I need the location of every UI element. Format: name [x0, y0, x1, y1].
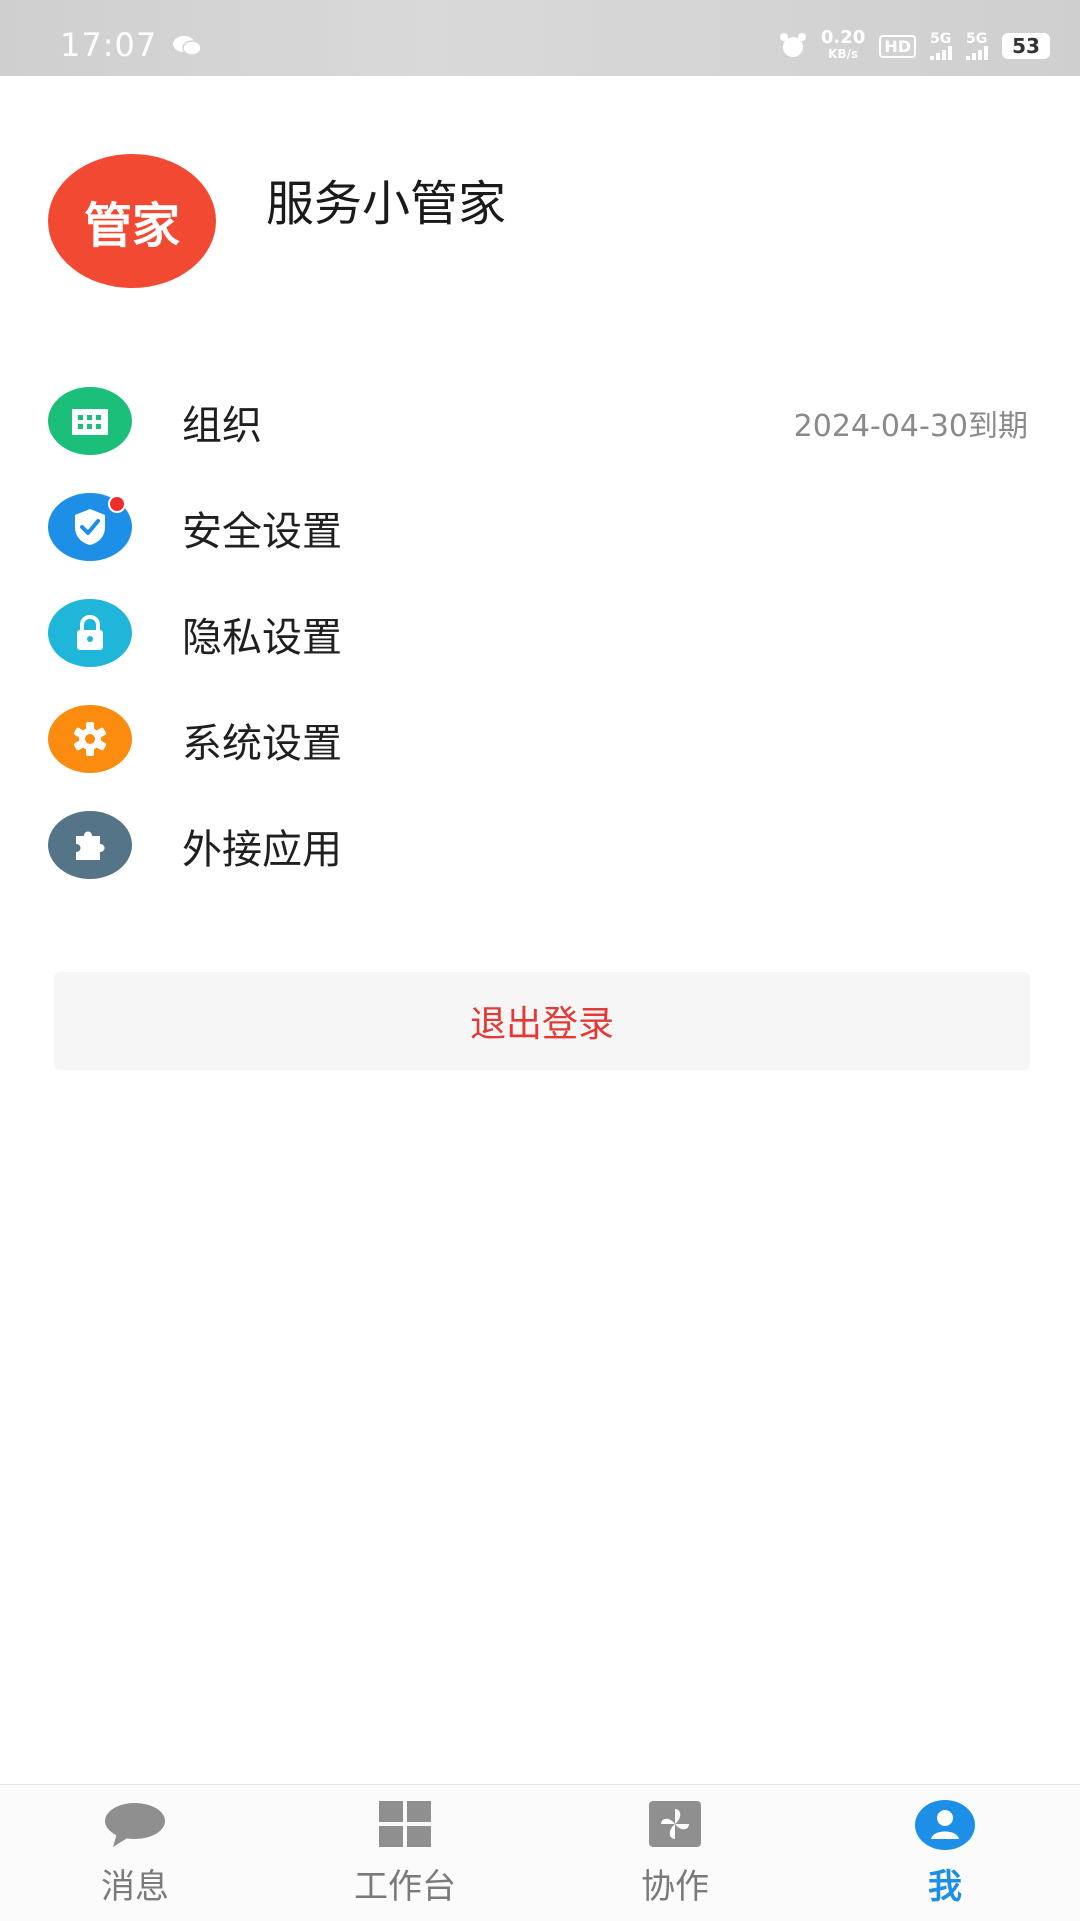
battery-indicator: 53: [1002, 33, 1050, 59]
chat-bubble-icon: [103, 1799, 167, 1851]
tab-label: 我: [928, 1867, 962, 1907]
signal-2: 5G: [966, 32, 988, 60]
building-icon: [48, 387, 132, 455]
logout-label: 退出登录: [469, 1004, 614, 1045]
alarm-icon: [779, 33, 806, 57]
status-bar: 17:07 0.20 KB/s HD 5G 5G 53: [0, 0, 1080, 76]
menu-item-organization[interactable]: 组织 2024-04-30到期: [0, 365, 1080, 465]
menu-item-privacy[interactable]: 隐私设置: [0, 577, 1080, 677]
signal-bars-icon: [930, 46, 952, 60]
tab-me[interactable]: 我: [845, 1799, 1045, 1915]
menu-item-label: 组织: [182, 403, 262, 449]
network-speed: 0.20 KB/s: [820, 27, 866, 62]
network-speed-value: 0.20: [820, 27, 866, 48]
menu-item-label: 外接应用: [182, 827, 342, 873]
tab-messages[interactable]: 消息: [35, 1799, 235, 1915]
menu-item-label: 隐私设置: [182, 615, 342, 661]
logout-button[interactable]: 退出登录: [54, 972, 1030, 1070]
menu-item-label: 系统设置: [182, 721, 342, 767]
profile-name: 服务小管家: [266, 176, 507, 232]
tab-collaboration[interactable]: 协作: [575, 1799, 775, 1915]
signal-2-label: 5G: [966, 31, 988, 47]
avatar[interactable]: 管家: [48, 154, 216, 288]
expiry-date: 2024-04-30到期: [793, 409, 1028, 444]
wechat-icon: [173, 36, 202, 56]
menu-item-external-apps[interactable]: 外接应用: [0, 789, 1080, 889]
grid-icon: [373, 1799, 437, 1851]
menu-item-security[interactable]: 安全设置: [0, 471, 1080, 571]
status-time: 17:07: [60, 26, 158, 64]
pinwheel-icon: [643, 1799, 707, 1851]
notification-dot: [108, 495, 126, 513]
tab-label: 协作: [641, 1867, 709, 1907]
gear-icon: [48, 705, 132, 773]
signal-1: 5G: [930, 32, 952, 60]
hd-badge: HD: [879, 34, 916, 58]
bottom-nav: 消息 工作台 协作 我: [0, 1784, 1080, 1921]
tab-label: 消息: [101, 1867, 169, 1907]
network-speed-unit: KB/s: [828, 47, 859, 61]
signal-bars-icon: [966, 46, 988, 60]
menu-item-system[interactable]: 系统设置: [0, 683, 1080, 783]
lock-icon: [48, 599, 132, 667]
tab-workbench[interactable]: 工作台: [305, 1799, 505, 1915]
shield-check-icon: [48, 493, 132, 561]
tab-label: 工作台: [354, 1867, 456, 1907]
puzzle-icon: [48, 811, 132, 879]
menu-item-label: 安全设置: [182, 509, 342, 555]
signal-1-label: 5G: [930, 31, 952, 47]
avatar-text: 管家: [83, 198, 180, 254]
status-icons: 0.20 KB/s HD 5G 5G 53: [779, 26, 1050, 66]
user-icon: [913, 1799, 977, 1851]
